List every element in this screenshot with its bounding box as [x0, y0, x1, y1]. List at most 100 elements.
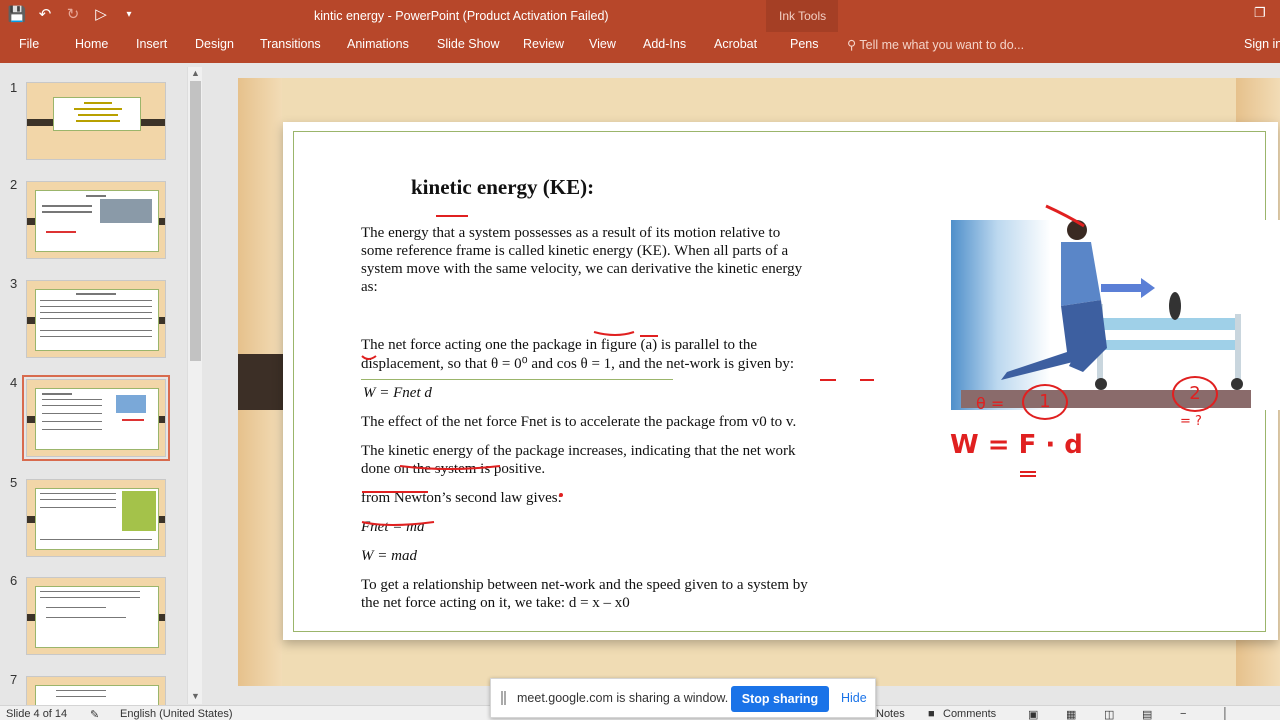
- thumb-line: [46, 607, 106, 608]
- slide-thumbnail-2[interactable]: [26, 181, 166, 259]
- slideshow-from-start-icon[interactable]: ▷: [90, 3, 112, 25]
- slide-counter[interactable]: Slide 4 of 14: [6, 708, 67, 720]
- lightbulb-icon: ⚲: [847, 38, 857, 52]
- thumb-number: 3: [10, 276, 18, 291]
- slide-thumbnail-4[interactable]: [22, 375, 170, 461]
- thumb-line: [40, 306, 152, 307]
- sign-in-link[interactable]: Sign in: [1244, 37, 1280, 51]
- ink-underline-f: [1020, 471, 1036, 477]
- thumb-line: [40, 336, 152, 337]
- thumb-image: [116, 395, 146, 413]
- spellcheck-icon[interactable]: ✎: [90, 708, 99, 720]
- thumb-number: 1: [10, 80, 18, 95]
- undo-icon[interactable]: ↶: [34, 3, 56, 25]
- slide-thumbnails-pane: 1 2 3 4 5 6 7: [0, 63, 202, 705]
- thumb-line: [42, 413, 102, 414]
- thumb-line: [76, 293, 116, 295]
- current-slide[interactable]: kinetic energy (KE): The energy that a s…: [238, 78, 1280, 686]
- normal-view-icon[interactable]: ▣: [1028, 708, 1038, 720]
- tab-pens[interactable]: Pens: [790, 37, 819, 51]
- thumb-line: [42, 429, 102, 430]
- thumb-card: [35, 289, 159, 351]
- language-indicator[interactable]: English (United States): [120, 708, 233, 720]
- thumb-line: [42, 405, 102, 406]
- thumb-line: [40, 597, 140, 598]
- tab-home[interactable]: Home: [75, 37, 108, 51]
- ink-dot: [559, 493, 563, 497]
- tell-me-text: Tell me what you want to do...: [859, 38, 1025, 52]
- screen-share-bar: meet.google.com is sharing a window. Sto…: [490, 678, 876, 718]
- thumb-line: [56, 696, 106, 697]
- tab-animations[interactable]: Animations: [347, 37, 409, 51]
- slideshow-view-icon[interactable]: ▤: [1142, 708, 1152, 720]
- tab-insert[interactable]: Insert: [136, 37, 167, 51]
- thumb-line: [40, 591, 140, 592]
- thumb-line: [40, 300, 152, 301]
- tab-add-ins[interactable]: Add-Ins: [643, 37, 686, 51]
- save-icon[interactable]: 💾: [6, 3, 28, 25]
- slide-thumbnail-3[interactable]: [26, 280, 166, 358]
- tell-me-search[interactable]: ⚲ Tell me what you want to do...: [847, 37, 1024, 52]
- thumb-card: [35, 388, 159, 450]
- ribbon-tabs: File Home Insert Design Transitions Anim…: [0, 32, 1280, 63]
- title-bar: 💾 ↶ ↻ ▷ ▾ kintic energy - PowerPoint (Pr…: [0, 0, 1280, 63]
- tab-slide-show[interactable]: Slide Show: [437, 37, 500, 51]
- zoom-out-icon[interactable]: −: [1180, 708, 1186, 720]
- thumb-number: 7: [10, 672, 18, 687]
- thumb-line: [84, 102, 112, 104]
- thumb-line: [78, 114, 118, 116]
- slide-thumbnail-7[interactable]: [26, 676, 166, 705]
- tab-acrobat[interactable]: Acrobat: [714, 37, 757, 51]
- scroll-thumb[interactable]: [190, 81, 201, 361]
- thumb-image: [100, 199, 152, 223]
- thumb-line: [42, 421, 102, 422]
- redo-icon[interactable]: ↻: [62, 3, 84, 25]
- thumb-number: 6: [10, 573, 18, 588]
- thumb-line: [76, 120, 120, 122]
- slide-sorter-icon[interactable]: ▦: [1066, 708, 1076, 720]
- thumb-number: 4: [10, 375, 18, 390]
- thumb-line: [40, 493, 116, 494]
- thumb-line: [40, 507, 116, 508]
- scroll-down-icon[interactable]: ▼: [191, 691, 200, 701]
- slide-thumbnail-5[interactable]: [26, 479, 166, 557]
- thumb-line: [42, 393, 72, 395]
- stop-sharing-button[interactable]: Stop sharing: [731, 686, 829, 712]
- customize-toolbar-icon[interactable]: ▾: [118, 3, 140, 25]
- quick-access-toolbar: 💾 ↶ ↻ ▷ ▾: [6, 3, 140, 25]
- restore-window-icon[interactable]: ❐: [1254, 5, 1272, 21]
- ink-tools-label: Ink Tools: [779, 9, 827, 23]
- window-title: kintic energy - PowerPoint (Product Acti…: [314, 9, 609, 23]
- zoom-slider[interactable]: │: [1222, 708, 1229, 720]
- thumbnails-scrollbar[interactable]: ▲ ▼: [187, 67, 202, 704]
- thumb-card: [35, 488, 159, 550]
- thumb-image: [122, 491, 156, 531]
- thumb-line: [40, 312, 152, 313]
- comments-icon[interactable]: ■: [928, 708, 935, 720]
- slide-thumbnail-6[interactable]: [26, 577, 166, 655]
- drag-handle-icon[interactable]: [501, 691, 506, 705]
- thumb-line: [42, 205, 92, 207]
- share-message: meet.google.com is sharing a window.: [517, 691, 729, 705]
- tab-design[interactable]: Design: [195, 37, 234, 51]
- tab-transitions[interactable]: Transitions: [260, 37, 321, 51]
- tab-review[interactable]: Review: [523, 37, 564, 51]
- scroll-up-icon[interactable]: ▲: [191, 68, 200, 78]
- ink-arrow-stroke: [1045, 204, 1085, 228]
- thumb-ink: [122, 419, 144, 421]
- thumb-line: [40, 499, 116, 500]
- thumb-line: [40, 539, 152, 540]
- tab-view[interactable]: View: [589, 37, 616, 51]
- notes-button[interactable]: Notes: [876, 708, 905, 720]
- thumb-line: [86, 195, 106, 197]
- tab-file[interactable]: File: [19, 37, 39, 51]
- thumb-line: [42, 211, 92, 213]
- comments-button[interactable]: Comments: [943, 708, 996, 720]
- hide-button[interactable]: Hide: [841, 691, 867, 705]
- slide-thumbnail-1[interactable]: [26, 82, 166, 160]
- thumb-line: [40, 318, 152, 319]
- thumb-number: 2: [10, 177, 18, 192]
- thumb-line: [42, 399, 102, 400]
- thumb-card: [35, 190, 159, 252]
- reading-view-icon[interactable]: ◫: [1104, 708, 1114, 720]
